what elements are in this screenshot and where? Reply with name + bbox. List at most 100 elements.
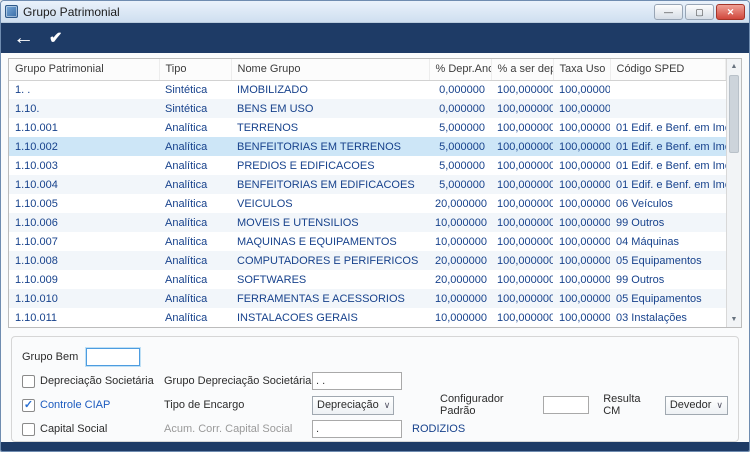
cell-depr-ano: 20,000000 (429, 194, 491, 213)
column-header-grupo-patrimonial[interactable]: Grupo Patrimonial (9, 59, 159, 80)
depreciacao-societaria-checkbox[interactable] (22, 375, 35, 388)
cell-grupo-patrimonial: 1.10.001 (9, 118, 159, 137)
cell-codigo-sped: 01 Edif. e Benf. em Imóveis Próprios (610, 118, 726, 137)
table-row[interactable]: 1.10.001 Analítica TERRENOS 5,000000 100… (9, 118, 726, 137)
cell-nome-grupo: BENFEITORIAS EM EDIFICACOES (231, 175, 429, 194)
capital-social-checkbox[interactable] (22, 423, 35, 436)
configurador-padrao-label: Configurador Padrão (440, 393, 535, 417)
back-button[interactable]: ← (13, 26, 33, 50)
controle-ciap-checkbox[interactable] (22, 399, 35, 412)
cell-nome-grupo: MAQUINAS E EQUIPAMENTOS (231, 232, 429, 251)
scroll-down-button[interactable]: ▼ (727, 312, 741, 327)
cell-codigo-sped: 99 Outros (610, 270, 726, 289)
column-header-a-ser-depr[interactable]: % a ser depr. (491, 59, 553, 80)
grupo-depreciacao-societaria-input[interactable] (312, 372, 402, 390)
form-row-grupo-bem: Grupo Bem (22, 346, 728, 368)
cell-grupo-patrimonial: 1.10.009 (9, 270, 159, 289)
column-header-taxa-uso[interactable]: Taxa Uso (553, 59, 610, 80)
grid: Grupo Patrimonial Tipo Nome Grupo % Depr… (8, 58, 742, 328)
cell-taxa-uso: 100,000000 (553, 137, 610, 156)
table-row[interactable]: 1.10.003 Analítica PREDIOS E EDIFICACOES… (9, 156, 726, 175)
grupo-bem-input[interactable] (86, 348, 140, 366)
cell-taxa-uso: 100,000000 (553, 194, 610, 213)
table-row[interactable]: 1.10.007 Analítica MAQUINAS E EQUIPAMENT… (9, 232, 726, 251)
acum-corr-capital-social-label: Acum. Corr. Capital Social (164, 423, 312, 435)
cell-tipo: Analítica (159, 232, 231, 251)
cell-tipo: Analítica (159, 137, 231, 156)
cell-tipo: Analítica (159, 308, 231, 327)
cell-taxa-uso: 100,000000 (553, 99, 610, 118)
confirm-button[interactable]: ✔ (49, 28, 62, 48)
column-header-depr-ano[interactable]: % Depr.Ano (429, 59, 491, 80)
back-arrow-icon: ← (13, 26, 33, 50)
chevron-down-icon: ∨ (711, 400, 723, 411)
cell-depr-ano: 10,000000 (429, 308, 491, 327)
cell-grupo-patrimonial: 1.10.007 (9, 232, 159, 251)
cell-nome-grupo: INSTALACOES GERAIS (231, 308, 429, 327)
cell-grupo-patrimonial: 1.10.008 (9, 251, 159, 270)
cell-tipo: Analítica (159, 194, 231, 213)
cell-codigo-sped: 05 Equipamentos (610, 289, 726, 308)
resulta-cm-value: Devedor (670, 399, 712, 411)
cell-taxa-uso: 100,000000 (553, 251, 610, 270)
cell-depr-ano: 10,000000 (429, 232, 491, 251)
column-header-tipo[interactable]: Tipo (159, 59, 231, 80)
grid-body: 1. . Sintética IMOBILIZADO 0,000000 100,… (9, 80, 726, 327)
close-button[interactable]: ✕ (716, 4, 745, 20)
window-titlebar: Grupo Patrimonial — ▢ ✕ (1, 1, 749, 23)
cell-grupo-patrimonial: 1.10.010 (9, 289, 159, 308)
depreciacao-societaria-label: Depreciação Societária (40, 375, 154, 387)
cell-a-ser-depr: 100,000000 (491, 232, 553, 251)
cell-taxa-uso: 100,000000 (553, 80, 610, 99)
vertical-scrollbar[interactable]: ▲ ▼ (726, 59, 741, 327)
rodizios-link[interactable]: RODIZIOS (412, 423, 465, 435)
table-row[interactable]: 1.10.010 Analítica FERRAMENTAS E ACESSOR… (9, 289, 726, 308)
cell-taxa-uso: 100,000000 (553, 118, 610, 137)
table-row[interactable]: 1.10.009 Analítica SOFTWARES 20,000000 1… (9, 270, 726, 289)
table-row[interactable]: 1.10.005 Analítica VEICULOS 20,000000 10… (9, 194, 726, 213)
resulta-cm-select[interactable]: Devedor ∨ (665, 396, 728, 415)
minimize-button[interactable]: — (654, 4, 683, 20)
form-panel: Grupo Bem Depreciação Societária Grupo D… (11, 336, 739, 442)
table-row[interactable]: 1. . Sintética IMOBILIZADO 0,000000 100,… (9, 80, 726, 99)
cell-a-ser-depr: 100,000000 (491, 289, 553, 308)
cell-depr-ano: 0,000000 (429, 80, 491, 99)
cell-a-ser-depr: 100,000000 (491, 270, 553, 289)
table-row[interactable]: 1.10.008 Analítica COMPUTADORES E PERIFE… (9, 251, 726, 270)
configurador-padrao-input[interactable] (543, 396, 589, 414)
grupo-bem-label: Grupo Bem (22, 351, 78, 363)
maximize-button[interactable]: ▢ (685, 4, 714, 20)
cell-codigo-sped: 01 Edif. e Benf. em Imóveis Próprios (610, 137, 726, 156)
table-row[interactable]: 1.10.004 Analítica BENFEITORIAS EM EDIFI… (9, 175, 726, 194)
column-header-nome-grupo[interactable]: Nome Grupo (231, 59, 429, 80)
acum-corr-capital-social-input[interactable] (312, 420, 402, 438)
scroll-up-button[interactable]: ▲ (727, 59, 741, 74)
grid-header-row: Grupo Patrimonial Tipo Nome Grupo % Depr… (9, 59, 726, 80)
cell-grupo-patrimonial: 1.10.006 (9, 213, 159, 232)
cell-depr-ano: 5,000000 (429, 156, 491, 175)
table-row[interactable]: 1.10. Sintética BENS EM USO 0,000000 100… (9, 99, 726, 118)
table-row[interactable]: 1.10.006 Analítica MOVEIS E UTENSILIOS 1… (9, 213, 726, 232)
cell-nome-grupo: PREDIOS E EDIFICACOES (231, 156, 429, 175)
cell-a-ser-depr: 100,000000 (491, 213, 553, 232)
cell-nome-grupo: SOFTWARES (231, 270, 429, 289)
resulta-cm-label: Resulta CM (603, 393, 657, 417)
tipo-de-encargo-select[interactable]: Depreciação ∨ (312, 396, 394, 415)
cell-tipo: Sintética (159, 80, 231, 99)
column-header-codigo-sped[interactable]: Código SPED (610, 59, 726, 80)
cell-depr-ano: 5,000000 (429, 175, 491, 194)
cell-depr-ano: 20,000000 (429, 251, 491, 270)
cell-grupo-patrimonial: 1.10.004 (9, 175, 159, 194)
table-row[interactable]: 1.10.011 Analítica INSTALACOES GERAIS 10… (9, 308, 726, 327)
cell-nome-grupo: BENS EM USO (231, 99, 429, 118)
cell-taxa-uso: 100,000000 (553, 213, 610, 232)
cell-nome-grupo: FERRAMENTAS E ACESSORIOS (231, 289, 429, 308)
cell-a-ser-depr: 100,000000 (491, 99, 553, 118)
app-icon (5, 5, 18, 18)
table-row[interactable]: 1.10.002 Analítica BENFEITORIAS EM TERRE… (9, 137, 726, 156)
scroll-thumb[interactable] (729, 75, 739, 153)
cell-nome-grupo: BENFEITORIAS EM TERRENOS (231, 137, 429, 156)
cell-taxa-uso: 100,000000 (553, 175, 610, 194)
cell-grupo-patrimonial: 1.10.011 (9, 308, 159, 327)
grupo-depreciacao-societaria-label: Grupo Depreciação Societária (164, 375, 312, 387)
